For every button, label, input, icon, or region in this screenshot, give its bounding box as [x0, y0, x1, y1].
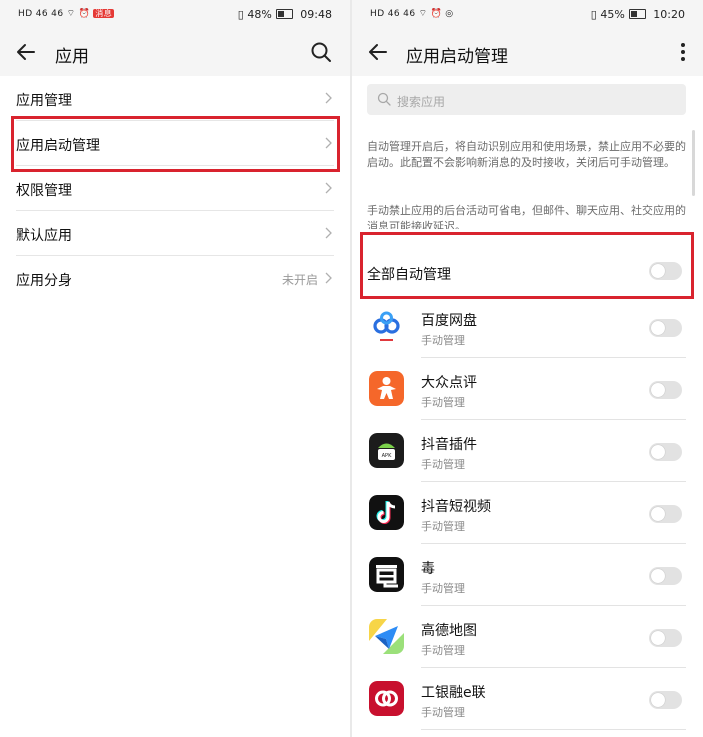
app-name: 抖音插件 [421, 437, 477, 453]
menu-item-value: 未开启 [281, 273, 318, 287]
search-icon [377, 92, 391, 106]
page-title: 应用 [55, 47, 89, 67]
divider [421, 729, 686, 730]
app-list: 百度网盘 手动管理 大众点评 手动管理 APK 抖音插件 手动管理 抖音短视频 … [352, 296, 703, 730]
auto-manage-description: 自动管理开启后，将自动识别应用和使用场景，禁止应用不必要的启动。此配置不会影响新… [367, 140, 686, 169]
icbc-icon [369, 681, 404, 716]
menu-item-app-launch[interactable]: 应用启动管理 [0, 121, 350, 166]
app-name: 百度网盘 [421, 313, 477, 329]
alarm-icon: ⏰ [78, 9, 91, 19]
clock: 10:20 [653, 8, 685, 21]
baidu-netdisk-icon [369, 309, 404, 344]
sim2-signal: 46 [403, 9, 416, 19]
menu-item-app-twin[interactable]: 应用分身 未开启 [0, 256, 350, 301]
list-item[interactable]: 高德地图 手动管理 [352, 606, 703, 668]
app-name: 工银融e联 [421, 685, 486, 701]
menu-item-default-apps[interactable]: 默认应用 [0, 211, 350, 256]
wifi-icon: ⌔ [66, 9, 76, 19]
vibrate-icon: ▯ [590, 8, 597, 21]
vibrate-icon: ▯ [237, 8, 244, 21]
battery-icon [628, 9, 646, 19]
app-mode: 手动管理 [421, 458, 465, 471]
chevron-right-icon [325, 137, 332, 149]
menu-item-permissions[interactable]: 权限管理 [0, 166, 350, 211]
list-item[interactable]: 百度网盘 手动管理 [352, 296, 703, 358]
battery-icon [275, 9, 293, 19]
app-name: 抖音短视频 [421, 499, 491, 515]
app-name: 高德地图 [421, 623, 477, 639]
battery-level: 48% [247, 8, 272, 21]
list-item[interactable]: 毒 手动管理 [352, 544, 703, 606]
app-launch-toggle[interactable] [649, 319, 682, 337]
list-item[interactable]: 大众点评 手动管理 [352, 358, 703, 420]
du-app-icon [369, 557, 404, 592]
douyin-icon [369, 495, 404, 530]
chevron-right-icon [325, 227, 332, 239]
chevron-right-icon [325, 182, 332, 194]
wifi-icon: ⌔ [418, 9, 428, 19]
app-name: 毒 [421, 561, 435, 577]
list-item[interactable]: APK 抖音插件 手动管理 [352, 420, 703, 482]
back-arrow-icon[interactable] [14, 40, 38, 64]
app-mode: 手动管理 [421, 334, 465, 347]
list-item[interactable]: 抖音短视频 手动管理 [352, 482, 703, 544]
hd-indicator: HD [18, 9, 33, 19]
battery-level: 45% [600, 8, 625, 21]
left-screen: HD 46 46 ⌔ ⏰ 消息 ▯ 48% 09:48 应用 应用管理 应用启动管理 权限… [0, 0, 350, 737]
scrollbar[interactable] [692, 130, 695, 196]
chevron-right-icon [325, 92, 332, 104]
signal-indicators: HD 46 46 ⌔ ⏰ ◎ [370, 8, 457, 19]
status-bar: HD 46 46 ⌔ ⏰ 消息 ▯ 48% 09:48 [0, 0, 350, 30]
sim2-signal: 46 [51, 9, 64, 19]
clock: 09:48 [300, 8, 332, 21]
all-auto-manage-row: 全部自动管理 [352, 232, 703, 294]
menu-item-label: 应用管理 [16, 93, 72, 109]
app-mode: 手动管理 [421, 520, 465, 533]
search-input[interactable]: 搜索应用 [367, 84, 686, 115]
app-launch-toggle[interactable] [649, 443, 682, 461]
manual-manage-description: 手动禁止应用的后台活动可省电，但邮件、聊天应用、社交应用的消息可能接收延迟。 [367, 204, 686, 229]
all-auto-manage-label: 全部自动管理 [367, 267, 451, 283]
sim1-signal: 46 [387, 9, 401, 19]
more-vertical-icon[interactable] [677, 40, 689, 64]
chevron-right-icon [325, 272, 332, 284]
settings-menu: 应用管理 应用启动管理 权限管理 默认应用 应用分身 未开启 [0, 76, 350, 301]
app-launch-toggle[interactable] [649, 691, 682, 709]
list-item[interactable]: 工银融e联 手动管理 [352, 668, 703, 730]
all-auto-manage-toggle[interactable] [649, 262, 682, 280]
amap-icon [369, 619, 404, 654]
status-right: ▯ 45% 10:20 [591, 8, 685, 21]
sim1-signal: 46 [35, 9, 49, 19]
sync-icon: ◎ [445, 9, 454, 19]
menu-item-label: 应用分身 [16, 273, 72, 289]
page-title: 应用启动管理 [406, 47, 508, 67]
app-launch-toggle[interactable] [649, 381, 682, 399]
status-right: ▯ 48% 09:48 [238, 8, 332, 21]
app-name: 大众点评 [421, 375, 477, 391]
menu-item-label: 默认应用 [16, 228, 72, 244]
menu-item-label: 应用启动管理 [16, 138, 100, 154]
search-placeholder: 搜索应用 [397, 95, 446, 109]
app-launch-toggle[interactable] [649, 629, 682, 647]
alarm-icon: ⏰ [430, 9, 443, 19]
app-mode: 手动管理 [421, 644, 465, 657]
dianping-icon [369, 371, 404, 406]
app-mode: 手动管理 [421, 582, 465, 595]
menu-item-app-management[interactable]: 应用管理 [0, 76, 350, 121]
notification-badge: 消息 [93, 9, 115, 18]
hd-indicator: HD [370, 9, 385, 19]
app-mode: 手动管理 [421, 396, 465, 409]
app-launch-toggle[interactable] [649, 505, 682, 523]
menu-item-label: 权限管理 [16, 183, 72, 199]
svg-text:APK: APK [382, 453, 392, 459]
status-bar: HD 46 46 ⌔ ⏰ ◎ ▯ 45% 10:20 [352, 0, 703, 30]
back-arrow-icon[interactable] [366, 40, 390, 64]
app-launch-toggle[interactable] [649, 567, 682, 585]
right-screen: HD 46 46 ⌔ ⏰ ◎ ▯ 45% 10:20 应用启动管理 搜索应用 自动管理开启… [352, 0, 703, 737]
search-icon[interactable] [309, 40, 333, 64]
signal-indicators: HD 46 46 ⌔ ⏰ 消息 [18, 8, 117, 19]
app-mode: 手动管理 [421, 706, 465, 719]
apk-plugin-icon: APK [369, 433, 404, 468]
